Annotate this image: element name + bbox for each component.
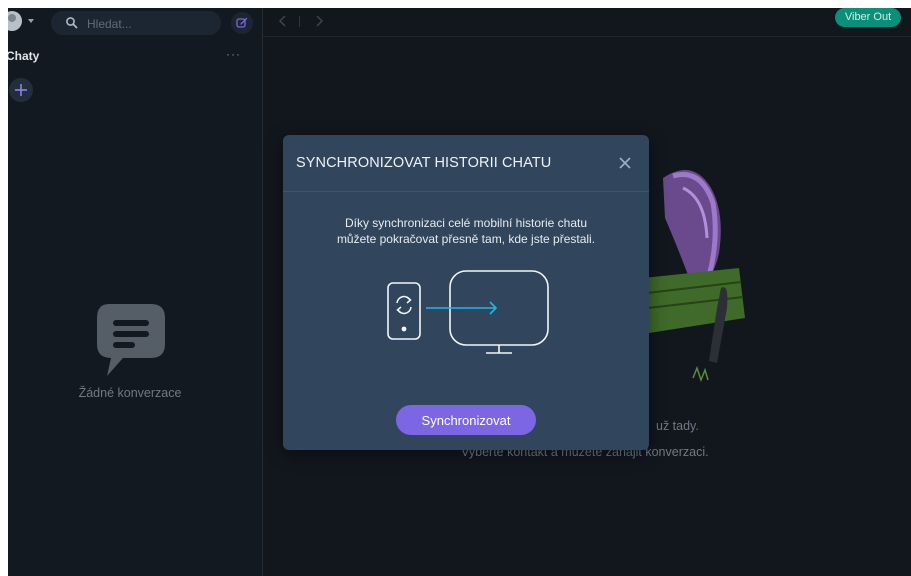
top-bar: Viber Out <box>263 8 911 37</box>
add-chat-button[interactable] <box>9 78 33 102</box>
dialog-description: Díky synchronizaci celé mobilní historie… <box>283 215 649 247</box>
avatar[interactable] <box>8 11 22 31</box>
chevron-left-icon[interactable] <box>276 13 290 29</box>
search-icon <box>66 17 78 29</box>
viber-out-button[interactable]: Viber Out <box>835 8 901 27</box>
dialog-title: SYNCHRONIZOVAT HISTORII CHATU <box>296 155 552 171</box>
chats-title: Chaty <box>8 49 40 63</box>
sidebar: Chaty ··· Žádné konverzace <box>8 8 263 576</box>
chevron-right-icon[interactable] <box>312 13 326 29</box>
sync-history-dialog: SYNCHRONIZOVAT HISTORII CHATU Díky synch… <box>283 135 649 450</box>
chevron-down-icon[interactable] <box>28 19 34 23</box>
monitor-icon <box>449 270 549 354</box>
close-icon[interactable] <box>617 155 633 171</box>
welcome-title-text: už tady. <box>656 419 699 433</box>
empty-conversations-text: Žádné konverzace <box>78 386 182 400</box>
sync-button[interactable]: Synchronizovat <box>396 405 536 435</box>
more-options-button[interactable]: ··· <box>226 48 246 63</box>
chat-bubble-icon <box>97 304 165 376</box>
compose-icon <box>236 17 248 28</box>
dialog-description-line1: Díky synchronizaci celé mobilní historie… <box>344 216 588 230</box>
compose-button[interactable] <box>231 12 253 34</box>
dialog-header: SYNCHRONIZOVAT HISTORII CHATU <box>283 135 649 192</box>
sync-icon <box>396 295 412 315</box>
arrow-right-icon <box>426 301 498 315</box>
plus-icon <box>15 84 27 96</box>
dialog-description-line2: můžete pokračovat přesně tam, kde jste p… <box>336 232 596 246</box>
nav-divider <box>299 16 300 27</box>
search-input[interactable] <box>85 13 219 35</box>
search-box[interactable] <box>51 11 221 35</box>
phone-icon <box>387 282 421 340</box>
sync-illustration <box>387 270 549 354</box>
